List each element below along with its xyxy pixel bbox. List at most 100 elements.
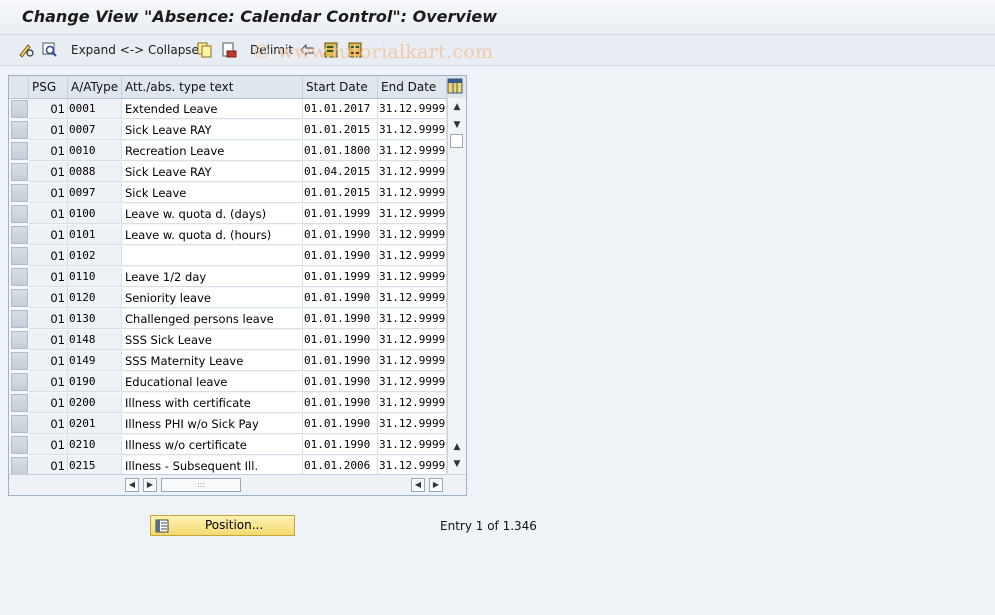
- cell-type[interactable]: 0100: [68, 204, 122, 224]
- cell-type[interactable]: 0010: [68, 141, 122, 161]
- cell-start-date[interactable]: 01.01.1999: [303, 267, 378, 287]
- cell-start-date[interactable]: 01.01.2015: [303, 120, 378, 140]
- row-selector[interactable]: [11, 247, 28, 265]
- copy-as-button[interactable]: [197, 35, 213, 65]
- cell-text[interactable]: Sick Leave RAY: [122, 120, 303, 140]
- cell-start-date[interactable]: 01.04.2015: [303, 162, 378, 182]
- cell-end-date[interactable]: 31.12.9999: [378, 351, 447, 371]
- cell-type[interactable]: 0007: [68, 120, 122, 140]
- scroll-page-up-icon[interactable]: ▲: [450, 440, 464, 454]
- scroll-page-down-icon[interactable]: ▼: [450, 457, 464, 471]
- cell-text[interactable]: SSS Sick Leave: [122, 330, 303, 350]
- cell-end-date[interactable]: 31.12.9999: [378, 141, 447, 161]
- row-selector[interactable]: [11, 205, 28, 223]
- cell-psg[interactable]: 01: [29, 372, 68, 392]
- delete-button[interactable]: [221, 35, 237, 65]
- cell-type[interactable]: 0149: [68, 351, 122, 371]
- cell-end-date[interactable]: 31.12.9999: [378, 267, 447, 287]
- cell-type[interactable]: 0110: [68, 267, 122, 287]
- position-button[interactable]: Position...: [150, 515, 295, 536]
- cell-psg[interactable]: 01: [29, 120, 68, 140]
- cell-text[interactable]: Recreation Leave: [122, 141, 303, 161]
- horizontal-scrollbar[interactable]: ◀ ▶ ::: ◀ ▶: [9, 474, 466, 495]
- cell-text[interactable]: Seniority leave: [122, 288, 303, 308]
- display-change-button[interactable]: [18, 35, 36, 65]
- column-header-text[interactable]: Att./abs. type text: [122, 76, 303, 98]
- cell-end-date[interactable]: 31.12.9999: [378, 288, 447, 308]
- cell-psg[interactable]: 01: [29, 309, 68, 329]
- undo-change-button[interactable]: [298, 35, 316, 65]
- cell-text[interactable]: [122, 246, 303, 266]
- row-selector[interactable]: [11, 226, 28, 244]
- cell-end-date[interactable]: 31.12.9999: [378, 204, 447, 224]
- cell-psg[interactable]: 01: [29, 162, 68, 182]
- cell-text[interactable]: Leave w. quota d. (days): [122, 204, 303, 224]
- row-selector[interactable]: [11, 415, 28, 433]
- row-selector[interactable]: [11, 289, 28, 307]
- cell-text[interactable]: Challenged persons leave: [122, 309, 303, 329]
- cell-psg[interactable]: 01: [29, 204, 68, 224]
- row-selector[interactable]: [11, 373, 28, 391]
- cell-type[interactable]: 0120: [68, 288, 122, 308]
- cell-type[interactable]: 0097: [68, 183, 122, 203]
- scroll-up-icon[interactable]: ▲: [450, 100, 464, 114]
- cell-start-date[interactable]: 01.01.1990: [303, 372, 378, 392]
- column-header-psg[interactable]: PSG: [29, 76, 68, 98]
- cell-start-date[interactable]: 01.01.1990: [303, 246, 378, 266]
- cell-start-date[interactable]: 01.01.1990: [303, 288, 378, 308]
- cell-end-date[interactable]: 31.12.9999: [378, 120, 447, 140]
- cell-end-date[interactable]: 31.12.9999: [378, 99, 447, 119]
- cell-text[interactable]: Leave w. quota d. (hours): [122, 225, 303, 245]
- cell-end-date[interactable]: 31.12.9999: [378, 330, 447, 350]
- delimit-button[interactable]: Delimit: [250, 35, 293, 65]
- cell-type[interactable]: 0001: [68, 99, 122, 119]
- cell-type[interactable]: 0215: [68, 456, 122, 476]
- cell-end-date[interactable]: 31.12.9999: [378, 435, 447, 455]
- cell-type[interactable]: 0190: [68, 372, 122, 392]
- cell-psg[interactable]: 01: [29, 246, 68, 266]
- cell-text[interactable]: Illness w/o certificate: [122, 435, 303, 455]
- vertical-scrollbar[interactable]: ▲ ▼ ▲ ▼: [447, 98, 466, 473]
- expand-collapse-button[interactable]: Expand <-> Collapse: [71, 35, 199, 65]
- select-all-rows-corner[interactable]: [9, 76, 29, 98]
- cell-type[interactable]: 0201: [68, 414, 122, 434]
- row-selector[interactable]: [11, 457, 28, 475]
- cell-psg[interactable]: 01: [29, 99, 68, 119]
- cell-start-date[interactable]: 01.01.1990: [303, 225, 378, 245]
- cell-psg[interactable]: 01: [29, 141, 68, 161]
- find-button[interactable]: [42, 35, 58, 65]
- cell-psg[interactable]: 01: [29, 330, 68, 350]
- cell-type[interactable]: 0088: [68, 162, 122, 182]
- cell-end-date[interactable]: 31.12.9999: [378, 309, 447, 329]
- cell-psg[interactable]: 01: [29, 183, 68, 203]
- cell-text[interactable]: Illness - Subsequent Ill.: [122, 456, 303, 476]
- scroll-down-icon[interactable]: ▼: [450, 118, 464, 132]
- cell-type[interactable]: 0210: [68, 435, 122, 455]
- scroll-thumb[interactable]: [450, 134, 463, 148]
- row-selector[interactable]: [11, 100, 28, 118]
- row-selector[interactable]: [11, 436, 28, 454]
- cell-end-date[interactable]: 31.12.9999: [378, 456, 447, 476]
- scroll-far-left-icon[interactable]: ◀: [411, 478, 425, 492]
- cell-start-date[interactable]: 01.01.1990: [303, 393, 378, 413]
- column-header-start-date[interactable]: Start Date: [303, 76, 378, 98]
- cell-psg[interactable]: 01: [29, 435, 68, 455]
- cell-psg[interactable]: 01: [29, 267, 68, 287]
- cell-psg[interactable]: 01: [29, 351, 68, 371]
- cell-start-date[interactable]: 01.01.1990: [303, 414, 378, 434]
- cell-type[interactable]: 0101: [68, 225, 122, 245]
- scroll-far-right-icon[interactable]: ▶: [429, 478, 443, 492]
- select-block-button[interactable]: [348, 35, 362, 65]
- cell-text[interactable]: Extended Leave: [122, 99, 303, 119]
- cell-text[interactable]: Leave 1/2 day: [122, 267, 303, 287]
- cell-start-date[interactable]: 01.01.1990: [303, 351, 378, 371]
- cell-type[interactable]: 0200: [68, 393, 122, 413]
- cell-end-date[interactable]: 31.12.9999: [378, 414, 447, 434]
- row-selector[interactable]: [11, 394, 28, 412]
- cell-start-date[interactable]: 01.01.2017: [303, 99, 378, 119]
- cell-type[interactable]: 0102: [68, 246, 122, 266]
- cell-psg[interactable]: 01: [29, 225, 68, 245]
- column-header-end-date[interactable]: End Date: [378, 76, 447, 98]
- cell-end-date[interactable]: 31.12.9999: [378, 162, 447, 182]
- cell-type[interactable]: 0148: [68, 330, 122, 350]
